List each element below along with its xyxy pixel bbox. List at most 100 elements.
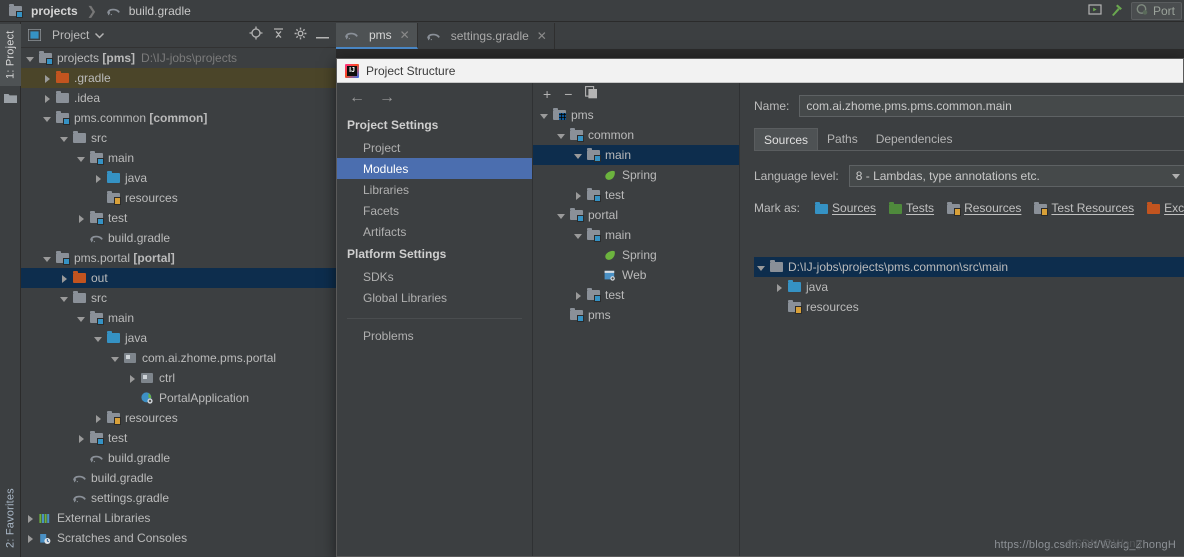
project-tree-row[interactable]: .gradle <box>21 68 336 88</box>
arrow-left-icon[interactable]: ← <box>349 90 365 106</box>
expand-arrow-icon[interactable] <box>76 213 87 224</box>
collapse-arrow-icon[interactable] <box>756 262 767 273</box>
editor-tab[interactable]: settings.gradle ✕ <box>418 23 555 49</box>
expand-arrow-icon[interactable] <box>59 273 70 284</box>
modules-tree-row[interactable]: Web <box>533 265 739 285</box>
modules-tree-row[interactable]: main <box>533 225 739 245</box>
expand-arrow-icon[interactable] <box>127 373 138 384</box>
collapse-arrow-icon[interactable] <box>59 133 70 144</box>
modules-tree-row[interactable]: Spring <box>533 165 739 185</box>
nav-item-artifacts[interactable]: Artifacts <box>337 221 532 242</box>
nav-item-libraries[interactable]: Libraries <box>337 179 532 200</box>
expand-arrow-icon[interactable] <box>93 173 104 184</box>
project-tree-row[interactable]: test <box>21 208 336 228</box>
collapse-arrow-icon[interactable] <box>573 230 584 241</box>
project-tree-row[interactable]: build.gradle <box>21 468 336 488</box>
mark-as-sources-button[interactable]: Sources <box>814 201 876 215</box>
project-tree-row[interactable]: out <box>21 268 336 288</box>
project-tree-row[interactable]: pms.portal [portal] <box>21 248 336 268</box>
project-tree-row[interactable]: External Libraries <box>21 508 336 528</box>
arrow-right-icon[interactable]: → <box>379 90 395 106</box>
collapse-arrow-icon[interactable] <box>556 130 567 141</box>
expand-arrow-icon[interactable] <box>76 433 87 444</box>
project-tree-row[interactable]: resources <box>21 408 336 428</box>
project-tree-row[interactable]: main <box>21 308 336 328</box>
detail-tab-paths[interactable]: Paths <box>818 128 867 150</box>
collapse-arrow-icon[interactable] <box>42 253 53 264</box>
project-tree-row[interactable]: test <box>21 428 336 448</box>
source-paths-tree[interactable]: D:\IJ-jobs\projects\pms.common\src\main j… <box>754 257 1184 556</box>
nav-item-global-libraries[interactable]: Global Libraries <box>337 287 532 308</box>
source-path-row[interactable]: resources <box>754 297 1184 317</box>
mark-as-test-resources-button[interactable]: Test Resources <box>1033 201 1134 216</box>
copy-icon[interactable] <box>585 86 598 102</box>
project-tree-row[interactable]: src <box>21 128 336 148</box>
expand-arrow-icon[interactable] <box>93 413 104 424</box>
modules-tree-row[interactable]: portal <box>533 205 739 225</box>
collapse-arrow-icon[interactable] <box>42 113 53 124</box>
modules-tree-row[interactable]: main <box>533 145 739 165</box>
sidebar-tab-project[interactable]: 1: Project <box>0 24 21 86</box>
collapse-arrow-icon[interactable] <box>573 150 584 161</box>
collapse-arrow-icon[interactable] <box>539 110 550 121</box>
breadcrumb-item-projects[interactable]: projects <box>31 4 78 18</box>
project-tree-row[interactable]: resources <box>21 188 336 208</box>
project-tree-row[interactable]: main <box>21 148 336 168</box>
project-tree-row[interactable]: projects [pms] D:\IJ-jobs\projects <box>21 48 336 68</box>
sidebar-tab-favorites[interactable]: 2: Favorites <box>0 482 21 554</box>
run-configuration-selector[interactable]: Port <box>1130 2 1182 20</box>
source-path-row[interactable]: java <box>754 277 1184 297</box>
chevron-down-icon[interactable] <box>95 28 105 42</box>
project-tree-row[interactable]: .idea <box>21 88 336 108</box>
locate-target-icon[interactable] <box>249 26 263 43</box>
project-tree-row[interactable]: settings.gradle <box>21 488 336 508</box>
expand-arrow-icon[interactable] <box>573 290 584 301</box>
modules-tree-row[interactable]: common <box>533 125 739 145</box>
collapse-all-icon[interactable] <box>272 27 285 43</box>
collapse-arrow-icon[interactable] <box>93 333 104 344</box>
breadcrumb-item-build-gradle[interactable]: build.gradle <box>129 4 191 18</box>
collapse-arrow-icon[interactable] <box>25 53 36 64</box>
expand-arrow-icon[interactable] <box>42 93 53 104</box>
language-level-select[interactable]: 8 - Lambdas, type annotations etc. <box>848 165 1184 187</box>
detail-tab-dependencies[interactable]: Dependencies <box>867 128 962 150</box>
mark-as-resources-button[interactable]: Resources <box>946 201 1021 216</box>
expand-arrow-icon[interactable] <box>25 533 36 544</box>
editor-tab[interactable]: pms ✕ <box>336 23 418 49</box>
module-name-input[interactable]: com.ai.zhome.pms.pms.common.main <box>799 95 1184 117</box>
project-tree-row[interactable]: build.gradle <box>21 448 336 468</box>
collapse-arrow-icon[interactable] <box>76 153 87 164</box>
project-tree-row[interactable]: java <box>21 168 336 188</box>
collapse-arrow-icon[interactable] <box>76 313 87 324</box>
run-window-icon[interactable] <box>1088 3 1102 19</box>
project-tree[interactable]: projects [pms] D:\IJ-jobs\projects .gradle… <box>21 48 336 557</box>
project-tree-row[interactable]: src <box>21 288 336 308</box>
add-icon[interactable]: + <box>543 87 551 101</box>
project-tree-row[interactable]: com.ai.zhome.pms.portal <box>21 348 336 368</box>
project-tree-row[interactable]: Scratches and Consoles <box>21 528 336 548</box>
project-tree-row[interactable]: build.gradle <box>21 228 336 248</box>
modules-tree-row[interactable]: Spring <box>533 245 739 265</box>
mark-as-excluded-button[interactable]: Excluded <box>1146 201 1184 215</box>
collapse-arrow-icon[interactable] <box>59 293 70 304</box>
remove-icon[interactable]: − <box>564 87 572 101</box>
modules-tree-row[interactable]: test <box>533 185 739 205</box>
nav-item-sdks[interactable]: SDKs <box>337 266 532 287</box>
modules-tree-row[interactable]: pms <box>533 305 739 325</box>
expand-arrow-icon[interactable] <box>25 513 36 524</box>
nav-item-problems[interactable]: Problems <box>337 325 532 346</box>
nav-item-facets[interactable]: Facets <box>337 200 532 221</box>
mark-as-tests-button[interactable]: Tests <box>888 201 934 215</box>
collapse-arrow-icon[interactable] <box>556 210 567 221</box>
settings-gear-icon[interactable] <box>294 27 307 43</box>
project-tree-row[interactable]: ctrl <box>21 368 336 388</box>
project-tree-row[interactable]: pms.common [common] <box>21 108 336 128</box>
expand-arrow-icon[interactable] <box>774 282 785 293</box>
collapse-arrow-icon[interactable] <box>110 353 121 364</box>
source-path-row[interactable]: D:\IJ-jobs\projects\pms.common\src\main <box>754 257 1184 277</box>
modules-tree[interactable]: pms common main Spring test portal main Spring W… <box>533 105 739 325</box>
expand-arrow-icon[interactable] <box>42 73 53 84</box>
modules-tree-row[interactable]: test <box>533 285 739 305</box>
close-icon[interactable]: ✕ <box>400 28 410 42</box>
close-icon[interactable]: ✕ <box>537 29 547 43</box>
